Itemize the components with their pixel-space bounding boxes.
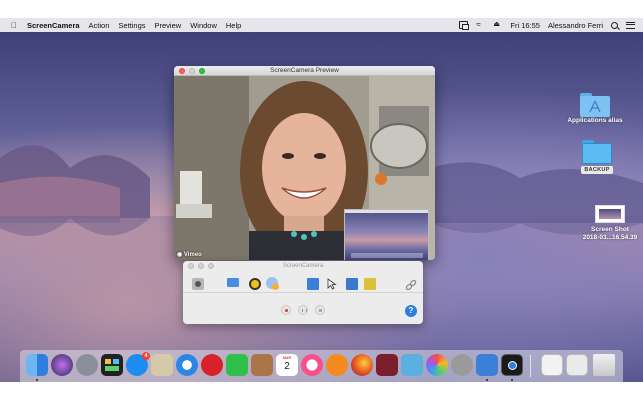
safari-icon[interactable] (176, 354, 198, 376)
notes-app-icon[interactable] (251, 354, 273, 376)
menu-bar-status-area: ≈ ⏏ Fri 16:55 Alessandro Ferri (459, 21, 635, 30)
display-icon[interactable] (346, 278, 358, 290)
menu-preview[interactable]: Preview (155, 21, 182, 30)
image-capture-icon[interactable] (401, 354, 423, 376)
screenshot-stack-icon[interactable] (541, 354, 563, 376)
spotlight-search-icon[interactable] (611, 21, 618, 29)
backup-drive-icon (582, 140, 612, 164)
preview-window-title: ScreenCamera Preview (270, 67, 339, 74)
recording-controls (183, 305, 423, 315)
panel-zoom-button[interactable] (208, 263, 214, 269)
notification-center-icon[interactable] (626, 21, 635, 29)
screencamera-control-panel[interactable]: ScreenCamera ? (183, 261, 423, 324)
launchpad-icon[interactable] (76, 354, 98, 376)
effects-icon[interactable] (266, 277, 279, 290)
control-panel-titlebar[interactable]: ScreenCamera (183, 261, 423, 271)
desktop-item-applications-alias[interactable]: Applications alias (560, 93, 630, 125)
screenshot-file-icon (595, 205, 625, 223)
panel-window-controls (188, 263, 214, 269)
preview-window[interactable]: ScreenCamera Preview ◉ Vimeo (174, 66, 435, 260)
eject-icon[interactable]: ⏏ (493, 21, 502, 29)
itunes-icon[interactable] (301, 354, 323, 376)
app-store-badge: 4 (142, 352, 150, 360)
vimeo-watermark: ◉ Vimeo (177, 252, 202, 258)
panel-close-button[interactable] (188, 263, 194, 269)
screen-capture-picture-in-picture (344, 209, 429, 260)
minimize-button[interactable] (189, 68, 195, 74)
facetime-icon[interactable] (226, 354, 248, 376)
utility-icon[interactable] (451, 354, 473, 376)
desktop-item-label: BACKUP (581, 166, 613, 174)
menu-user-name[interactable]: Alessandro Ferri (548, 21, 603, 30)
photo-booth-icon[interactable] (376, 354, 398, 376)
book-icon[interactable] (364, 278, 376, 290)
photos-icon[interactable] (426, 354, 448, 376)
cursor-icon[interactable] (326, 277, 338, 290)
menu-help[interactable]: Help (226, 21, 241, 30)
screen-icon[interactable] (227, 278, 239, 287)
dock-separator (530, 355, 531, 377)
ibooks-icon[interactable] (326, 354, 348, 376)
help-button[interactable]: ? (405, 305, 417, 317)
menu-clock[interactable]: Fri 16:55 (510, 21, 540, 30)
finder-icon[interactable] (26, 354, 48, 376)
stop-button[interactable] (315, 305, 325, 315)
menu-bar:  ScreenCamera Action Settings Preview W… (0, 18, 643, 32)
wifi-icon[interactable]: ≈ (476, 21, 485, 29)
screencamera-app-icon[interactable] (501, 354, 523, 376)
desktop-item-label: Applications alias (567, 117, 623, 124)
zoom-button[interactable] (199, 68, 205, 74)
menu-action[interactable]: Action (89, 21, 110, 30)
calendar-icon[interactable]: MAR 2 (276, 354, 298, 376)
applications-folder-icon (580, 93, 610, 117)
desktop-item-screenshot[interactable]: Screen Shot 2018-03...16.54.39 (575, 205, 643, 242)
screen-mirroring-icon[interactable] (459, 21, 470, 30)
close-button[interactable] (179, 68, 185, 74)
documents-stack-icon[interactable] (566, 354, 588, 376)
record-button[interactable] (281, 305, 291, 315)
calendar-day: 2 (284, 361, 290, 372)
link-icon[interactable] (405, 278, 417, 291)
tool-row (183, 275, 423, 293)
apple-icon[interactable]:  (9, 21, 19, 30)
app-store-icon[interactable]: 4 (126, 352, 150, 376)
window-controls (179, 68, 205, 74)
control-panel-title: ScreenCamera (282, 263, 324, 269)
siri-icon[interactable] (51, 354, 73, 376)
preview-app-icon[interactable] (151, 354, 173, 376)
dock: 4 MAR 2 (20, 350, 623, 382)
desktop-item-backup[interactable]: BACKUP (562, 140, 632, 174)
pause-button[interactable] (298, 305, 308, 315)
region-icon[interactable] (307, 278, 319, 290)
trash-icon[interactable] (593, 354, 615, 376)
menu-window[interactable]: Window (190, 21, 217, 30)
desktop-item-label-line2: 2018-03...16.54.39 (582, 234, 638, 241)
firefox-icon[interactable] (351, 354, 373, 376)
menu-app-name[interactable]: ScreenCamera (27, 21, 80, 30)
menu-settings[interactable]: Settings (118, 21, 145, 30)
xcode-icon[interactable] (476, 354, 498, 376)
preview-window-titlebar[interactable]: ScreenCamera Preview (174, 66, 435, 76)
webcam-video-feed: ◉ Vimeo (174, 76, 435, 260)
desktop-item-label-line1: Screen Shot (591, 226, 629, 233)
panel-minimize-button[interactable] (198, 263, 204, 269)
mission-control-icon[interactable] (101, 354, 123, 376)
camera-icon[interactable] (192, 278, 204, 290)
opera-icon[interactable] (201, 354, 223, 376)
webcam-icon[interactable] (249, 278, 261, 290)
